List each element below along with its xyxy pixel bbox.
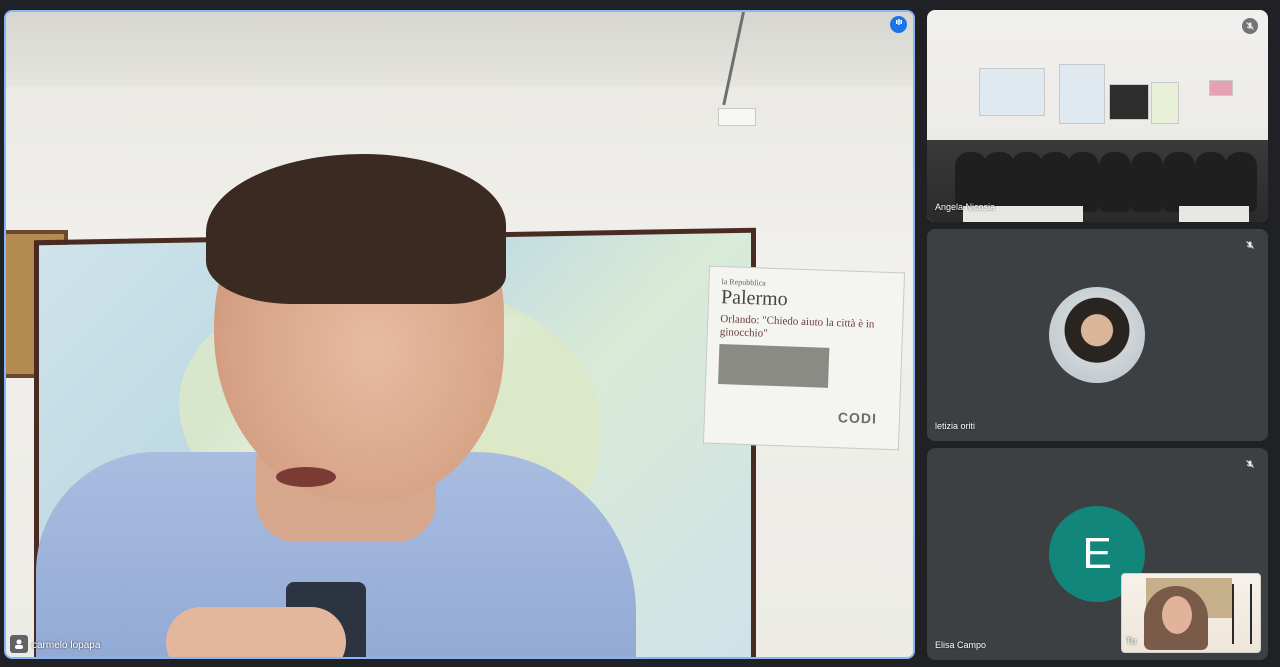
participant-tile-1[interactable]: Angela Nicosia <box>927 10 1268 222</box>
newspaper-photo <box>718 344 830 389</box>
student <box>1225 152 1257 212</box>
student <box>1131 152 1163 212</box>
main-speaker-name: carmelo lopapa <box>32 640 101 651</box>
poster <box>979 68 1045 116</box>
participant-name: letizia oriti <box>935 421 976 431</box>
speaker-person <box>36 154 656 657</box>
main-speaker-tile[interactable]: la Repubblica Palermo Orlando: "Chiedo a… <box>4 10 915 659</box>
participant-name: Elisa Campo <box>935 640 987 650</box>
meeting-stage: la Repubblica Palermo Orlando: "Chiedo a… <box>0 0 1280 667</box>
participant-avatar-photo <box>1049 287 1145 383</box>
student <box>1195 152 1227 212</box>
newspaper-city: Palermo <box>720 286 789 311</box>
student <box>1099 152 1131 212</box>
poster <box>1059 64 1105 124</box>
mic-off-icon <box>1242 237 1258 253</box>
self-view-tile[interactable]: Tu <box>1121 573 1261 653</box>
self-view-label: Tu <box>1126 636 1137 646</box>
ceiling <box>6 12 913 87</box>
speaker-hair <box>206 154 506 304</box>
participant-name: Angela Nicosia <box>935 202 996 212</box>
mic-off-icon <box>1242 18 1258 34</box>
participant-tile-2[interactable]: letizia oriti <box>927 229 1268 441</box>
classroom-wall <box>927 10 1268 150</box>
newspaper-headline: Orlando: "Chiedo aiuto la città è in gin… <box>719 313 875 340</box>
speaker-hand <box>166 607 346 657</box>
wall-socket <box>718 108 756 126</box>
newspaper-logo: CODI <box>837 409 878 427</box>
mic-off-icon <box>1242 456 1258 472</box>
speaking-indicator-icon <box>890 16 907 33</box>
person-icon <box>10 635 28 653</box>
self-face <box>1162 596 1192 634</box>
poster <box>1209 80 1233 96</box>
desk <box>1179 206 1249 222</box>
student <box>1163 152 1195 212</box>
student <box>1067 152 1099 212</box>
poster <box>1109 84 1149 120</box>
tripod <box>1232 584 1252 644</box>
poster <box>1151 82 1179 124</box>
newspaper-clipping: la Repubblica Palermo Orlando: "Chiedo a… <box>702 265 906 451</box>
speaker-mouth <box>276 467 336 487</box>
